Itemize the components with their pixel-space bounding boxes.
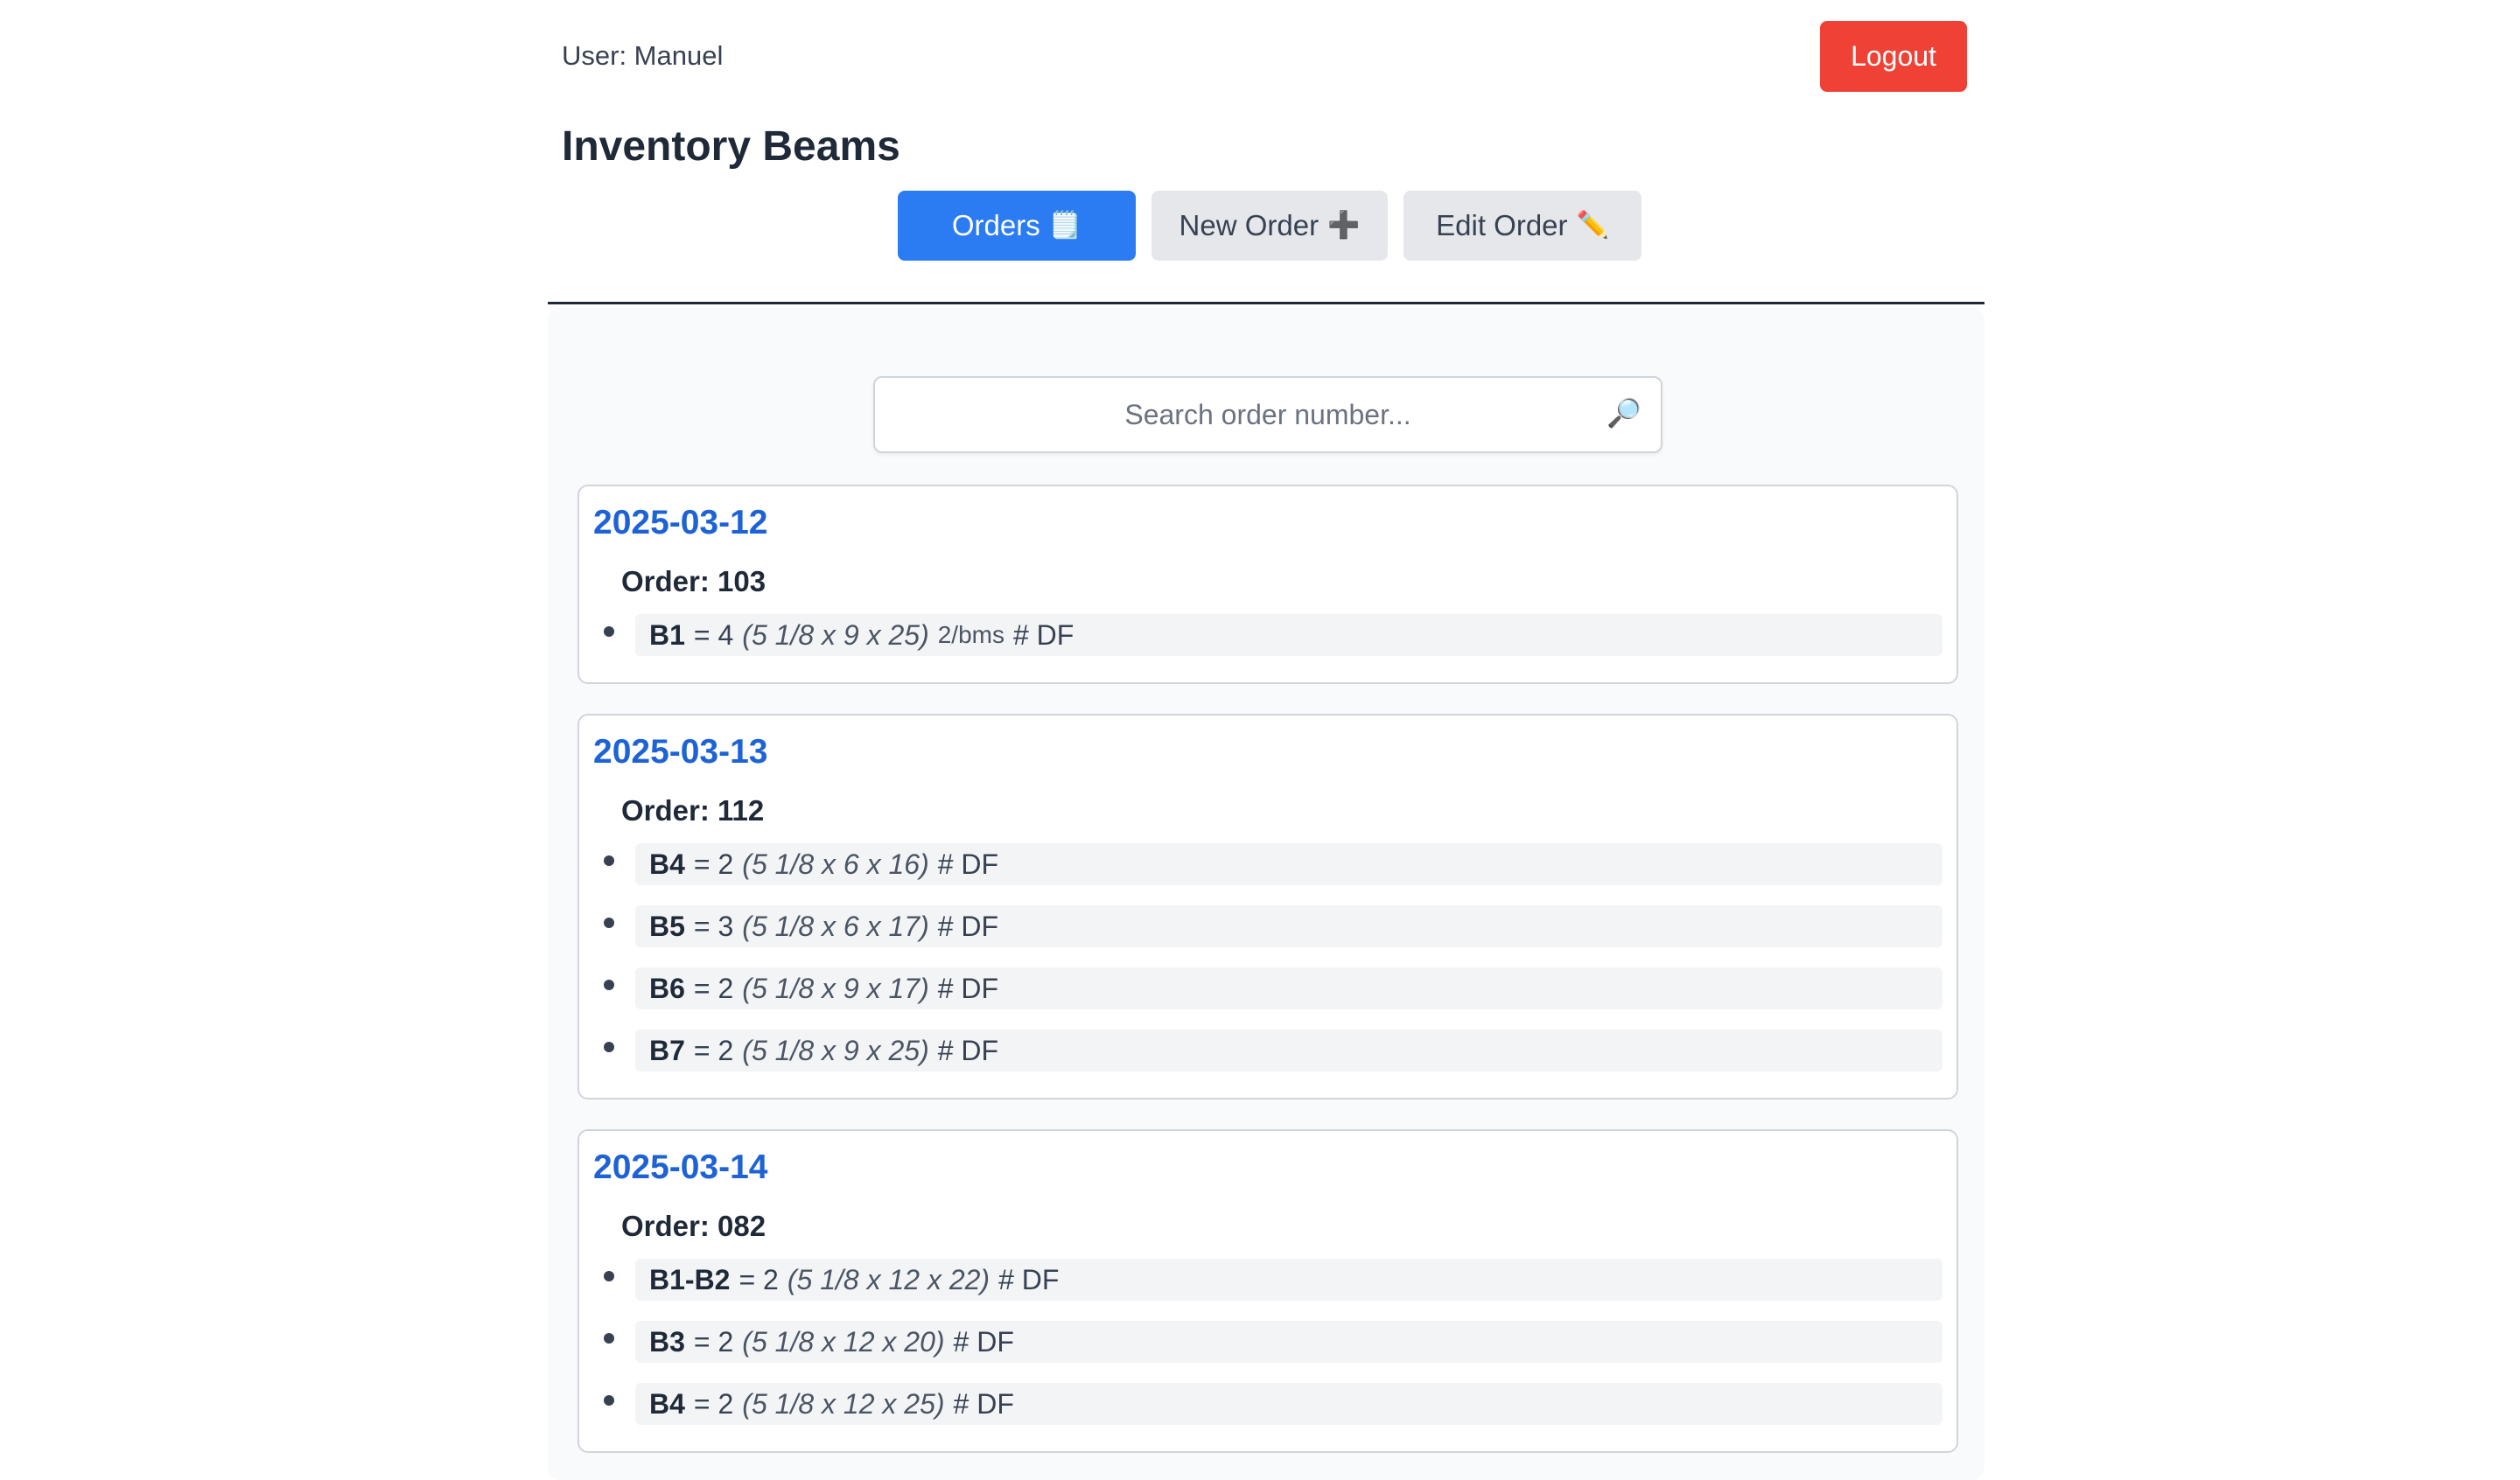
item-code: B7 <box>649 1034 685 1066</box>
item-dimensions: (5 1/8 x 12 x 22) <box>787 1263 990 1295</box>
header-divider <box>548 302 1984 304</box>
search-input[interactable] <box>875 378 1661 451</box>
order-item: B4 = 2 (5 1/8 x 12 x 25) # DF <box>579 1383 1956 1425</box>
item-code: B1-B2 <box>649 1263 731 1295</box>
item-dimensions: (5 1/8 x 9 x 25) <box>742 1034 929 1066</box>
plus-icon: ➕ <box>1327 211 1361 240</box>
item-code: B4 <box>649 848 685 880</box>
item-quantity: = 2 <box>693 1325 734 1358</box>
item-line: B7 = 2 (5 1/8 x 9 x 25) # DF <box>635 1030 1942 1072</box>
main-nav: Orders 🗒️ New Order ➕ Edit Order ✏️ <box>548 191 1983 261</box>
item-line: B4 = 2 (5 1/8 x 6 x 16) # DF <box>635 843 1942 885</box>
order-date[interactable]: 2025-03-14 <box>593 1148 768 1187</box>
order-date[interactable]: 2025-03-13 <box>593 733 768 771</box>
item-species: # DF <box>937 848 999 880</box>
order-item: B5 = 3 (5 1/8 x 6 x 17) # DF <box>579 905 1956 947</box>
bullet-icon <box>604 855 614 866</box>
bullet-icon <box>604 1333 614 1344</box>
item-code: B4 <box>649 1387 685 1420</box>
item-code: B1 <box>649 618 685 651</box>
item-quantity: = 2 <box>693 1034 734 1066</box>
item-dimensions: (5 1/8 x 9 x 17) <box>742 972 929 1004</box>
bullet-icon <box>604 626 614 637</box>
order-item: B3 = 2 (5 1/8 x 12 x 20) # DF <box>579 1321 1956 1363</box>
orders-tab-button[interactable]: Orders 🗒️ <box>898 191 1136 261</box>
item-species: # DF <box>937 910 999 942</box>
item-quantity: = 2 <box>738 1263 779 1295</box>
bullet-icon <box>604 1395 614 1406</box>
item-quantity: = 2 <box>693 972 734 1004</box>
item-line: B1 = 4 (5 1/8 x 9 x 25) 2/bms # DF <box>635 614 1942 656</box>
order-item: B1-B2 = 2 (5 1/8 x 12 x 22) # DF <box>579 1259 1956 1301</box>
new-order-tab-label: New Order <box>1179 209 1320 241</box>
edit-order-tab-button[interactable]: Edit Order ✏️ <box>1404 191 1642 261</box>
new-order-tab-button[interactable]: New Order ➕ <box>1152 191 1388 261</box>
order-item: B1 = 4 (5 1/8 x 9 x 25) 2/bms # DF <box>579 614 1956 656</box>
orders-tab-label: Orders <box>951 209 1040 241</box>
order-date[interactable]: 2025-03-12 <box>593 504 768 542</box>
pencil-icon: ✏️ <box>1576 211 1609 240</box>
order-card: 2025-03-14 Order: 082 B1-B2 = 2 (5 1/8 x 12 … <box>578 1129 1958 1453</box>
notepad-icon: 🗒️ <box>1048 211 1082 240</box>
item-species: # DF <box>937 1034 999 1066</box>
bullet-icon <box>604 1042 614 1052</box>
search-box: 🔎 <box>873 376 1662 453</box>
bullet-icon <box>604 980 614 990</box>
app-title: Inventory Beams <box>562 123 900 170</box>
item-species: # DF <box>953 1325 1014 1358</box>
order-number: Order: 103 <box>621 565 766 597</box>
order-item: B4 = 2 (5 1/8 x 6 x 16) # DF <box>579 843 1956 885</box>
item-line: B5 = 3 (5 1/8 x 6 x 17) # DF <box>635 905 1942 947</box>
item-line: B3 = 2 (5 1/8 x 12 x 20) # DF <box>635 1321 1942 1363</box>
order-number: Order: 112 <box>621 794 765 827</box>
item-code: B3 <box>649 1325 685 1358</box>
orders-panel: 🔎 2025-03-12Order: 103B1= 4(5 1/8 x 9 x … <box>548 308 1984 1480</box>
item-dimensions: (5 1/8 x 9 x 25) <box>742 618 929 651</box>
item-line: B1-B2 = 2 (5 1/8 x 12 x 22) # DF <box>635 1259 1942 1301</box>
item-species: # DF <box>937 972 999 1004</box>
item-dimensions: (5 1/8 x 6 x 16) <box>742 848 929 880</box>
item-note: 2/bms <box>937 621 1004 648</box>
item-line: B6 = 2 (5 1/8 x 9 x 17) # DF <box>635 967 1942 1009</box>
item-quantity: = 3 <box>693 910 734 942</box>
item-dimensions: (5 1/8 x 6 x 17) <box>742 910 929 942</box>
edit-order-tab-label: Edit Order <box>1436 209 1568 241</box>
item-species: # DF <box>998 1263 1060 1295</box>
logout-button[interactable]: Logout <box>1820 21 1967 92</box>
item-species: # DF <box>953 1387 1014 1420</box>
magnifier-icon[interactable]: 🔎 <box>1606 399 1642 427</box>
item-dimensions: (5 1/8 x 12 x 25) <box>742 1387 945 1420</box>
order-card: 2025-03-12 Order: 103 B1 = 4 (5 1/8 x 9 x 25… <box>578 485 1958 684</box>
item-line: B4 = 2 (5 1/8 x 12 x 25) # DF <box>635 1383 1942 1425</box>
user-label: User: Manuel <box>562 40 724 71</box>
order-number: Order: 082 <box>621 1210 766 1242</box>
item-code: B6 <box>649 972 685 1004</box>
item-quantity: = 4 <box>693 618 734 651</box>
order-item: B6 = 2 (5 1/8 x 9 x 17) # DF <box>579 967 1956 1009</box>
item-code: B5 <box>649 910 685 942</box>
order-item: B7 = 2 (5 1/8 x 9 x 25) # DF <box>579 1030 1956 1072</box>
order-card: 2025-03-13 Order: 112 B4 = 2 (5 1/8 x 6 x 16… <box>578 714 1958 1100</box>
item-quantity: = 2 <box>693 1387 734 1420</box>
top-bar: User: Manuel Logout <box>548 21 1983 93</box>
bullet-icon <box>604 1271 614 1281</box>
item-species: # DF <box>1012 618 1074 651</box>
item-dimensions: (5 1/8 x 12 x 20) <box>742 1325 945 1358</box>
page: User: Manuel Logout Inventory Beams Orde… <box>548 0 1984 1480</box>
bullet-icon <box>604 918 614 928</box>
item-quantity: = 2 <box>693 848 734 880</box>
